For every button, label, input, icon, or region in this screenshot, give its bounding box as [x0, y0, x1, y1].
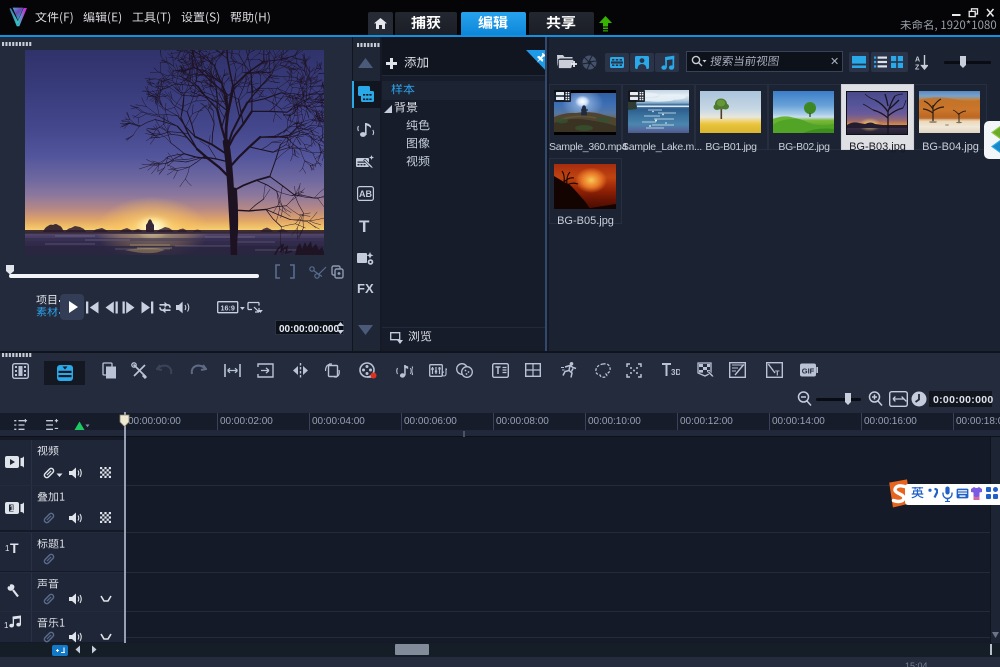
svg-text:A: A — [915, 57, 920, 64]
svg-text:T: T — [775, 369, 780, 378]
svg-text:Z: Z — [915, 65, 920, 71]
svg-text:16:9: 16:9 — [221, 303, 235, 312]
svg-text:AB: AB — [359, 189, 372, 199]
svg-text:GIF: GIF — [802, 367, 815, 376]
svg-text:3D: 3D — [671, 368, 680, 377]
svg-text:1: 1 — [10, 504, 15, 513]
